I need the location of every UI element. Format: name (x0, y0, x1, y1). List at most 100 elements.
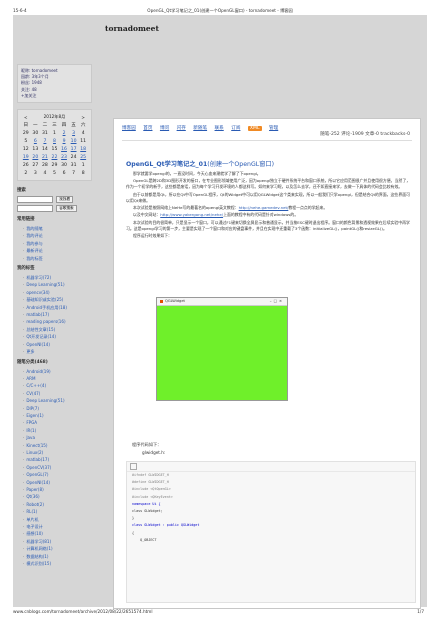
calendar-day-link[interactable]: 8 (50, 137, 60, 145)
nav-home[interactable]: 首页 (143, 126, 152, 131)
search-row-1: 找找看 (17, 196, 92, 204)
search-row-2: 谷歌搜索 (17, 205, 92, 213)
follow-button[interactable]: +加关注 (21, 93, 88, 99)
calendar-day-link[interactable]: 21 (40, 153, 50, 161)
category-item[interactable]: IR(1) (23, 427, 92, 434)
category-item[interactable]: CV(47) (23, 390, 92, 397)
blog-title[interactable]: tornadomeet (105, 24, 159, 33)
weekday: 二 (42, 123, 48, 129)
tag-item[interactable]: reading papers(16) (23, 318, 92, 325)
category-item[interactable]: Java (23, 434, 92, 441)
category-item[interactable]: Deep Learning(51) (23, 397, 92, 404)
category-item[interactable]: OpenNI(14) (23, 479, 92, 486)
tag-item[interactable]: OpenNI(14) (23, 341, 92, 348)
copy-code-icon[interactable] (130, 463, 137, 470)
tag-item[interactable]: Qt开发记录(14) (23, 333, 92, 340)
calendar-day-link[interactable]: 20 (31, 153, 41, 161)
cn-link[interactable]: http://www.yakergong.net/nehe/ (160, 212, 223, 217)
google-search-input[interactable] (17, 205, 53, 213)
tag-item[interactable]: 更多 (23, 348, 92, 355)
gl-render-area (157, 306, 287, 400)
calendar-day: 4 (43, 170, 47, 176)
calendar-day: 1 (81, 162, 85, 168)
calendar-day-link[interactable]: 18 (78, 145, 88, 153)
tag-item[interactable]: 机器学习(72) (23, 274, 92, 281)
nav-flash[interactable]: 闪存 (177, 126, 186, 131)
list-item[interactable]: 我的标签 (23, 255, 92, 262)
calendar-day-link[interactable]: 2 (59, 129, 69, 137)
nav-cnblogs[interactable]: 博客园 (122, 126, 136, 131)
category-item[interactable]: Qt(36) (23, 493, 92, 500)
category-item[interactable]: Android(19) (23, 368, 92, 375)
list-item[interactable]: 我的随笔 (23, 225, 92, 232)
code-block: #ifndef GLWIDGET_H #define GLWIDGET_H #i… (126, 461, 416, 603)
post-body: 那学就要学opengl的，一直没时间，今天心血来潮就学了解了下opengl。 O… (126, 171, 413, 240)
calendar-day-link[interactable]: 3 (69, 129, 79, 137)
tag-item[interactable]: 总结性文章(15) (23, 326, 92, 333)
nav-new-post[interactable]: 新随笔 (193, 126, 207, 131)
calendar-day-link[interactable]: 16 (59, 145, 69, 153)
nav-ask[interactable]: 博问 (160, 126, 169, 131)
category-item[interactable]: 电子设计 (23, 523, 92, 530)
nav-manage[interactable]: 管理 (269, 126, 278, 131)
category-item[interactable]: 感想(10) (23, 530, 92, 537)
category-item[interactable]: ARM (23, 375, 92, 382)
pdf-url: www.cnblogs.com/tornadomeet/archive/2012… (13, 609, 153, 614)
blog-stats: 随笔-252 评论-1909 文章-0 trackbacks-0 (320, 132, 410, 137)
rss-xml-icon[interactable]: XML (247, 126, 262, 131)
post-title[interactable]: OpenGL_Qt学习笔记之_01(创建一个OpenGL窗口) (126, 159, 274, 168)
nav-subscribe[interactable]: 订阅 (231, 126, 240, 131)
category-item[interactable]: FPGA (23, 419, 92, 426)
list-item[interactable]: 我的参与 (23, 240, 92, 247)
tag-item[interactable]: Deep Learning(51) (23, 281, 92, 288)
category-item[interactable]: Paper(8) (23, 486, 92, 493)
calendar-day-link[interactable]: 17 (69, 145, 79, 153)
google-search-button[interactable]: 谷歌搜索 (56, 205, 77, 213)
category-item[interactable]: OpenCV(37) (23, 464, 92, 471)
list-item[interactable]: 我的评论 (23, 232, 92, 239)
calendar-day-link[interactable]: 25 (78, 153, 88, 161)
calendar-day-link[interactable]: 7 (40, 137, 50, 145)
category-item[interactable]: matlab(17) (23, 456, 92, 463)
category-item[interactable]: 计算机网络(1) (23, 545, 92, 552)
pdf-footer: www.cnblogs.com/tornadomeet/archive/2012… (0, 606, 440, 620)
calendar-day: 8 (81, 170, 85, 176)
tag-item[interactable]: matlab(17) (23, 311, 92, 318)
pdf-page: 1/7 (417, 609, 424, 614)
calendar-day: 5 (24, 138, 28, 144)
category-item[interactable]: Linux(2) (23, 449, 92, 456)
calendar-day-link[interactable]: 6 (31, 137, 41, 145)
category-item[interactable]: Robot(2) (23, 501, 92, 508)
tag-item[interactable]: opencv(34) (23, 289, 92, 296)
tag-item[interactable]: Android手机应用(18) (23, 304, 92, 311)
nehe-link[interactable]: http://nehe.gamedev.net/ (239, 205, 289, 210)
category-item[interactable]: 模式识别(15) (23, 560, 92, 567)
calendar-day-link[interactable]: 9 (59, 137, 69, 145)
calendar-day-link[interactable]: 19 (21, 153, 31, 161)
category-item[interactable]: Kinect(15) (23, 442, 92, 449)
calendar-day-link[interactable]: 23 (59, 153, 69, 161)
search-button[interactable]: 找找看 (56, 196, 74, 204)
calendar: < 2012年8月 > 日 一 二 三 四 五 六 29 30 31 1 2 3… (17, 109, 92, 182)
category-item[interactable]: OpenGL(7) (23, 471, 92, 478)
nav-contact[interactable]: 联系 (215, 126, 224, 131)
calendar-day-link[interactable]: 10 (69, 137, 79, 145)
calendar-next-button[interactable]: > (78, 113, 88, 121)
post-title-sub[interactable]: (创建一个OpenGL窗口) (207, 161, 274, 168)
post-title-main[interactable]: OpenGL_Qt学习笔记之_01 (126, 161, 207, 168)
category-item[interactable]: C/C++(4) (23, 382, 92, 389)
category-item[interactable]: RL(1) (23, 508, 92, 515)
category-item[interactable]: 单片机 (23, 516, 92, 523)
category-item[interactable]: DIP(7) (23, 405, 92, 412)
calendar-day: 15 (51, 146, 58, 152)
search-input[interactable] (17, 196, 53, 204)
list-item[interactable]: 最新评论 (23, 247, 92, 254)
category-item[interactable]: 机器学习(81) (23, 538, 92, 545)
category-item[interactable]: 数据结构(1) (23, 553, 92, 560)
tag-item[interactable]: 基础知识或实验(25) (23, 296, 92, 303)
calendar-day-link[interactable]: 22 (50, 153, 60, 161)
code-caption: 程序代码如下： (132, 442, 162, 447)
calendar-prev-button[interactable]: < (21, 113, 31, 121)
paragraph-tail: 教程一点点的学起来。 (288, 205, 328, 211)
category-item[interactable]: Eigen(1) (23, 412, 92, 419)
